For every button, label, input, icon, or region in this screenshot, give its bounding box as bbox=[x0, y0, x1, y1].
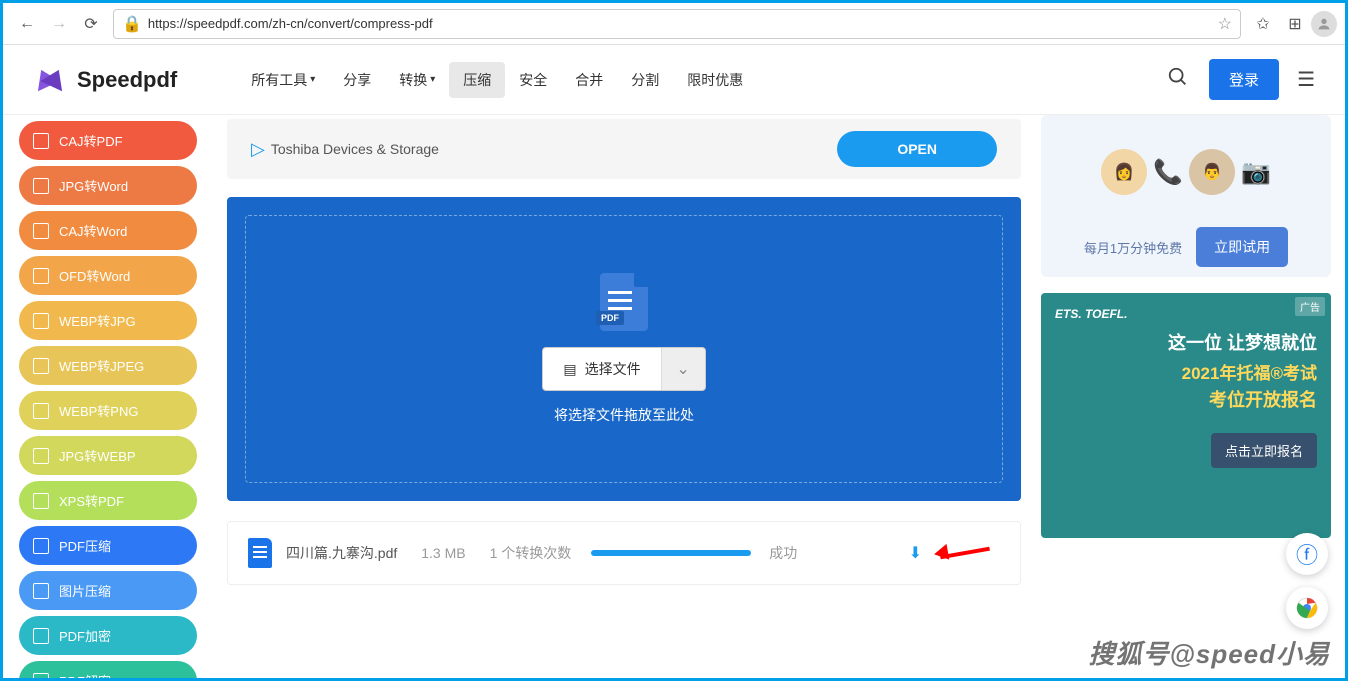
promo1-text: 每月1万分钟免费 bbox=[1084, 238, 1182, 257]
profile-avatar[interactable] bbox=[1311, 11, 1337, 37]
try-now-button[interactable]: 立即试用 bbox=[1196, 227, 1288, 267]
convert-icon bbox=[33, 178, 49, 194]
search-icon[interactable] bbox=[1167, 66, 1189, 94]
convert-icon bbox=[33, 358, 49, 374]
pdf-file-icon: PDF bbox=[600, 273, 648, 331]
back-button[interactable]: ← bbox=[11, 8, 43, 40]
convert-icon bbox=[33, 223, 49, 239]
nav-split[interactable]: 分割 bbox=[617, 62, 673, 98]
star-outline-icon[interactable]: ☆ bbox=[1218, 14, 1232, 34]
main-nav: 所有工具▾ 分享 转换▾ 压缩 安全 合并 分割 限时优惠 bbox=[237, 62, 757, 98]
upload-dropzone[interactable]: PDF ▤选择文件 ⌄ 将选择文件拖放至此处 bbox=[227, 197, 1021, 501]
nav-share[interactable]: 分享 bbox=[329, 62, 385, 98]
top-ad-banner[interactable]: ▷ Toshiba Devices & Storage OPEN bbox=[227, 119, 1021, 179]
chevron-down-icon: ▾ bbox=[430, 74, 435, 85]
address-bar[interactable]: 🔒 https://speedpdf.com/zh-cn/convert/com… bbox=[113, 9, 1241, 39]
watermark-text: 搜狐号@speed小易 bbox=[1089, 634, 1331, 671]
promo2-line3: 考位开放报名 bbox=[1055, 386, 1317, 412]
nav-merge[interactable]: 合并 bbox=[561, 62, 617, 98]
sidebar-item-2[interactable]: CAJ转Word bbox=[19, 211, 197, 250]
sidebar-item-0[interactable]: CAJ转PDF bbox=[19, 121, 197, 160]
convert-icon bbox=[33, 403, 49, 419]
menu-icon[interactable]: ☰ bbox=[1297, 67, 1315, 92]
chrome-button[interactable] bbox=[1286, 587, 1328, 629]
download-icon[interactable]: ⬇ bbox=[909, 543, 922, 563]
toefl-logo: ETS. TOEFL. bbox=[1055, 307, 1317, 321]
promo1-illustration: 👩 📞 👨 📷 bbox=[1051, 125, 1321, 219]
result-status: 成功 bbox=[769, 543, 797, 563]
facebook-button[interactable]: ⓕ bbox=[1286, 533, 1328, 575]
convert-icon bbox=[33, 493, 49, 509]
refresh-button[interactable]: ⟳ bbox=[75, 8, 107, 40]
convert-icon bbox=[33, 133, 49, 149]
file-icon bbox=[248, 538, 272, 568]
promo2-line1: 这一位 让梦想就位 bbox=[1055, 329, 1317, 355]
logo[interactable]: Speedpdf bbox=[33, 63, 177, 97]
nav-security[interactable]: 安全 bbox=[505, 62, 561, 98]
sidebar-item-8[interactable]: XPS转PDF bbox=[19, 481, 197, 520]
sidebar-item-6[interactable]: WEBP转PNG bbox=[19, 391, 197, 430]
ad-top-text: Toshiba Devices & Storage bbox=[271, 141, 439, 157]
result-conv-count: 1 个转换次数 bbox=[490, 543, 572, 563]
forward-button[interactable]: → bbox=[43, 8, 75, 40]
brand-name: Speedpdf bbox=[77, 67, 177, 93]
sidebar: CAJ转PDF JPG转Word CAJ转Word OFD转Word WEBP转JPG W… bbox=[3, 115, 213, 678]
convert-icon bbox=[33, 538, 49, 554]
ad-label: 广告 bbox=[1295, 297, 1325, 316]
convert-icon bbox=[33, 583, 49, 599]
login-button[interactable]: 登录 bbox=[1209, 59, 1279, 100]
chevron-down-icon: ⌄ bbox=[676, 359, 689, 379]
chevron-down-icon: ▾ bbox=[310, 74, 315, 85]
convert-icon bbox=[33, 673, 49, 679]
phone-icon: 📞 bbox=[1153, 158, 1183, 187]
sidebar-item-4[interactable]: WEBP转JPG bbox=[19, 301, 197, 340]
main-area: ▷ Toshiba Devices & Storage OPEN PDF ▤选择… bbox=[213, 115, 1035, 678]
promo-card-toefl[interactable]: 广告 ETS. TOEFL. 这一位 让梦想就位 2021年托福®考试 考位开放… bbox=[1041, 293, 1331, 538]
browser-toolbar: ← → ⟳ 🔒 https://speedpdf.com/zh-cn/conve… bbox=[3, 3, 1345, 45]
sidebar-item-3[interactable]: OFD转Word bbox=[19, 256, 197, 295]
sidebar-item-9[interactable]: PDF压缩 bbox=[19, 526, 197, 565]
nav-promo[interactable]: 限时优惠 bbox=[673, 62, 757, 98]
promo-card-trial[interactable]: 👩 📞 👨 📷 每月1万分钟免费 立即试用 bbox=[1041, 115, 1331, 277]
ad-play-icon: ▷ bbox=[251, 139, 265, 160]
nav-convert[interactable]: 转换▾ bbox=[385, 62, 449, 98]
promo2-line2: 2021年托福®考试 bbox=[1055, 359, 1317, 384]
sidebar-item-11[interactable]: PDF加密 bbox=[19, 616, 197, 655]
sidebar-item-10[interactable]: 图片压缩 bbox=[19, 571, 197, 610]
ad-open-button[interactable]: OPEN bbox=[837, 131, 997, 167]
sidebar-item-1[interactable]: JPG转Word bbox=[19, 166, 197, 205]
result-filesize: 1.3 MB bbox=[421, 545, 465, 561]
document-icon: ▤ bbox=[563, 361, 576, 378]
lock-icon: 🔒 bbox=[122, 14, 142, 34]
favorites-button[interactable]: ✩ bbox=[1247, 8, 1279, 40]
result-progress-bar bbox=[591, 550, 751, 556]
sidebar-item-7[interactable]: JPG转WEBP bbox=[19, 436, 197, 475]
convert-icon bbox=[33, 628, 49, 644]
camera-icon: 📷 bbox=[1241, 158, 1271, 187]
convert-icon bbox=[33, 313, 49, 329]
collections-button[interactable]: ⊞ bbox=[1279, 8, 1311, 40]
annotation-arrow bbox=[940, 551, 1000, 555]
site-header: Speedpdf 所有工具▾ 分享 转换▾ 压缩 安全 合并 分割 限时优惠 登… bbox=[3, 45, 1345, 115]
nav-all-tools[interactable]: 所有工具▾ bbox=[237, 62, 329, 98]
select-file-dropdown[interactable]: ⌄ bbox=[661, 348, 705, 390]
promo2-cta-button[interactable]: 点击立即报名 bbox=[1211, 433, 1317, 468]
dropzone-hint: 将选择文件拖放至此处 bbox=[554, 405, 694, 425]
select-file-button[interactable]: ▤选择文件 ⌄ bbox=[542, 347, 705, 391]
logo-icon bbox=[33, 63, 67, 97]
nav-compress[interactable]: 压缩 bbox=[449, 62, 505, 98]
url-text: https://speedpdf.com/zh-cn/convert/compr… bbox=[142, 16, 1218, 31]
sidebar-item-5[interactable]: WEBP转JPEG bbox=[19, 346, 197, 385]
sidebar-item-12[interactable]: PDF解密 bbox=[19, 661, 197, 678]
convert-icon bbox=[33, 448, 49, 464]
floating-buttons: ⓕ bbox=[1286, 533, 1328, 629]
convert-icon bbox=[33, 268, 49, 284]
result-filename: 四川篇.九寨沟.pdf bbox=[286, 543, 397, 563]
conversion-result-row: 四川篇.九寨沟.pdf 1.3 MB 1 个转换次数 成功 ⬇ bbox=[227, 521, 1021, 585]
